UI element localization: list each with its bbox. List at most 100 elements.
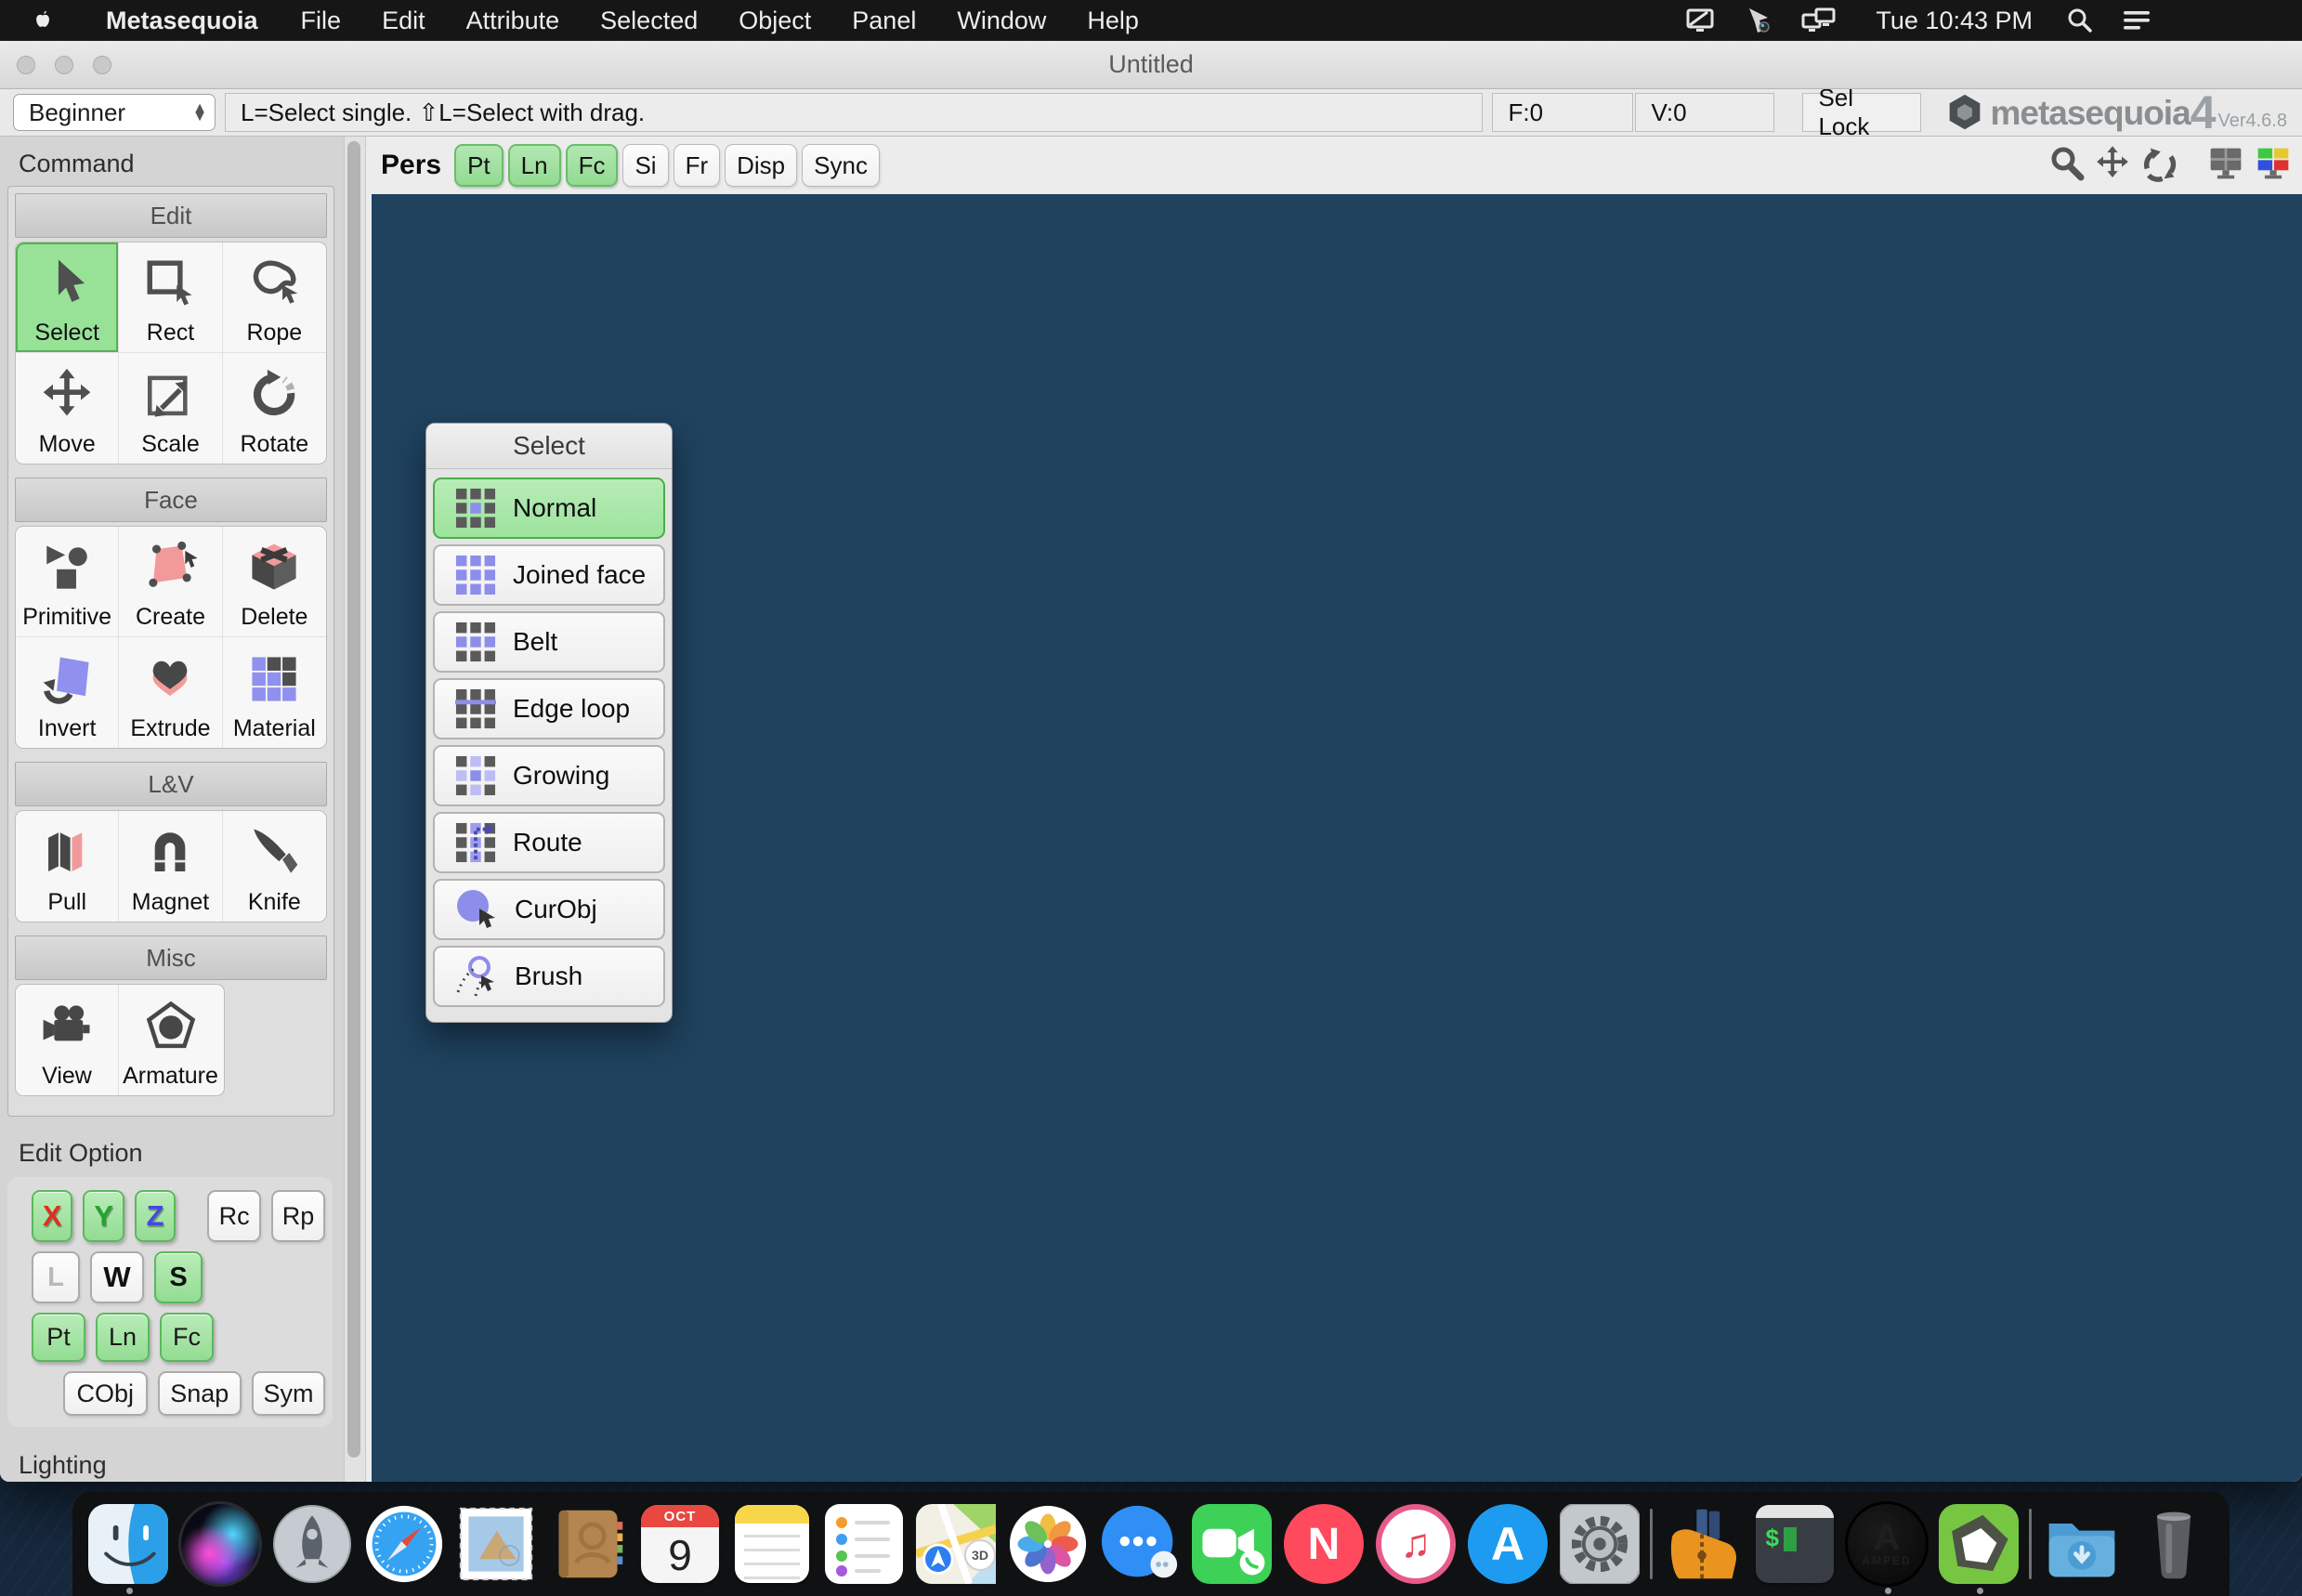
display-icon[interactable] xyxy=(1684,6,1716,35)
rp-button[interactable]: Rp xyxy=(271,1190,326,1242)
menu-selected[interactable]: Selected xyxy=(600,7,698,35)
toggle-si[interactable]: Si xyxy=(622,144,669,187)
tool-scale[interactable]: Scale xyxy=(119,353,223,464)
snap-button[interactable]: Snap xyxy=(157,1371,242,1416)
menu-edit[interactable]: Edit xyxy=(382,7,425,35)
tool-primitive[interactable]: Primitive xyxy=(16,527,120,637)
dock-item-itunes[interactable]: ♫ xyxy=(1374,1502,1458,1586)
dock-item-siri[interactable] xyxy=(178,1501,262,1587)
tool-create[interactable]: Create xyxy=(119,527,223,637)
toggle-fc[interactable]: Fc xyxy=(565,144,619,187)
dock-item-messages[interactable] xyxy=(1098,1502,1182,1586)
viewport-colors-icon[interactable] xyxy=(2254,145,2293,187)
toggle-pt[interactable]: Pt xyxy=(454,144,504,187)
menu-object[interactable]: Object xyxy=(739,7,811,35)
tool-rotate[interactable]: Rotate xyxy=(223,353,326,464)
select-mode-curobj[interactable]: CurObj xyxy=(433,879,665,940)
cobj-button[interactable]: CObj xyxy=(63,1371,148,1416)
world-button[interactable]: W xyxy=(90,1251,144,1303)
tool-pull[interactable]: Pull xyxy=(16,811,120,922)
menu-panel[interactable]: Panel xyxy=(852,7,916,35)
dock-item-maps[interactable]: 3D xyxy=(914,1502,998,1586)
toggle-ln[interactable]: Ln xyxy=(507,144,561,187)
calendar-icon: OCT 9 xyxy=(641,1505,719,1583)
pan-icon[interactable] xyxy=(2094,145,2131,187)
dock-item-terminal[interactable]: $ xyxy=(1753,1502,1837,1586)
tool-rope[interactable]: Rope xyxy=(222,242,326,353)
select-panel-title[interactable]: Select xyxy=(426,424,672,469)
tool-move[interactable]: Move xyxy=(16,353,120,464)
scrollbar-thumb[interactable] xyxy=(347,141,360,1458)
tool-extrude[interactable]: Extrude xyxy=(119,637,223,748)
dock-item-archive-utility[interactable] xyxy=(1661,1502,1745,1586)
dock-item-news[interactable]: N xyxy=(1282,1502,1366,1586)
local-button[interactable]: L xyxy=(32,1251,80,1303)
dock-item-photos[interactable] xyxy=(1006,1502,1090,1586)
screen-button[interactable]: S xyxy=(154,1251,203,1303)
dock-item-calendar[interactable]: OCT 9 xyxy=(638,1502,722,1586)
select-mode-belt[interactable]: Belt xyxy=(433,611,665,673)
rc-button[interactable]: Rc xyxy=(207,1190,262,1242)
face-toggle[interactable]: Fc xyxy=(160,1313,214,1362)
toggle-disp[interactable]: Disp xyxy=(725,144,798,187)
dock-item-mail[interactable] xyxy=(454,1502,538,1586)
tool-armature[interactable]: Armature xyxy=(119,985,222,1095)
line-toggle[interactable]: Ln xyxy=(96,1313,150,1362)
move-icon xyxy=(39,360,95,429)
toggle-fr[interactable]: Fr xyxy=(673,144,721,187)
select-mode-growing[interactable]: Growing xyxy=(433,745,665,806)
apple-menu[interactable] xyxy=(32,8,54,33)
dock-item-app-store[interactable]: A xyxy=(1466,1502,1550,1586)
sel-lock-button[interactable]: Sel Lock xyxy=(1802,84,1922,140)
menu-help[interactable]: Help xyxy=(1087,7,1139,35)
dock-item-contacts[interactable] xyxy=(546,1502,630,1586)
tool-select[interactable]: Select xyxy=(16,242,120,353)
menu-window[interactable]: Window xyxy=(957,7,1046,35)
dock-item-metasequoia[interactable] xyxy=(1937,1502,2021,1594)
select-mode-normal[interactable]: Normal xyxy=(433,477,665,539)
tool-magnet[interactable]: Magnet xyxy=(119,811,223,922)
dock-item-system-preferences[interactable] xyxy=(1558,1502,1641,1586)
viewport-layout-icon[interactable] xyxy=(2206,145,2245,187)
tool-view[interactable]: View xyxy=(16,985,119,1095)
menu-attribute[interactable]: Attribute xyxy=(466,7,560,35)
axis-x-button[interactable]: X xyxy=(32,1190,73,1242)
point-toggle[interactable]: Pt xyxy=(32,1313,85,1362)
dock-item-trash[interactable] xyxy=(2132,1502,2216,1586)
orbit-icon[interactable] xyxy=(2139,145,2178,187)
tool-knife[interactable]: Knife xyxy=(223,811,326,922)
notification-center-icon[interactable] xyxy=(2122,7,2153,33)
dock-item-facetime[interactable] xyxy=(1190,1502,1274,1586)
axis-y-button[interactable]: Y xyxy=(83,1190,124,1242)
sym-button[interactable]: Sym xyxy=(252,1371,326,1416)
tool-material[interactable]: Material xyxy=(223,637,326,748)
panel-scrollbar[interactable] xyxy=(344,137,366,1482)
dock-item-launchpad[interactable] xyxy=(270,1502,354,1586)
toggle-sync[interactable]: Sync xyxy=(802,144,880,187)
dock-item-finder[interactable] xyxy=(86,1502,170,1594)
messages-icon xyxy=(1101,1505,1178,1578)
dock-item-downloads[interactable] xyxy=(2040,1502,2124,1586)
tool-rect[interactable]: Rect xyxy=(119,242,223,353)
select-mode-route[interactable]: Route xyxy=(433,812,665,873)
axis-z-button[interactable]: Z xyxy=(134,1190,177,1242)
select-mode-joined-face[interactable]: Joined face xyxy=(433,544,665,606)
dock-item-notes[interactable] xyxy=(730,1502,814,1586)
menu-app-name[interactable]: Metasequoia xyxy=(106,7,258,35)
screen-share-icon[interactable] xyxy=(1744,6,1773,35)
dock-item-amped[interactable]: A AMPED xyxy=(1845,1501,1929,1594)
tool-invert[interactable]: Invert xyxy=(16,637,120,748)
dual-display-icon[interactable] xyxy=(1801,6,1838,35)
menu-clock[interactable]: Tue 10:43 PM xyxy=(1876,7,2033,35)
select-mode-edge-loop[interactable]: Edge loop xyxy=(433,678,665,739)
tool-delete[interactable]: Delete xyxy=(222,527,326,637)
dock-item-reminders[interactable] xyxy=(822,1502,906,1586)
zoom-icon[interactable] xyxy=(2048,145,2086,187)
menu-file[interactable]: File xyxy=(301,7,342,35)
mode-select[interactable]: Beginner ▲ ▼ xyxy=(13,94,216,131)
dock-item-safari[interactable] xyxy=(362,1502,446,1586)
spotlight-icon[interactable] xyxy=(2066,7,2094,34)
grid-center-icon xyxy=(455,488,496,529)
select-mode-brush[interactable]: Brush xyxy=(433,946,665,1007)
title-bar: Untitled xyxy=(0,41,2302,89)
